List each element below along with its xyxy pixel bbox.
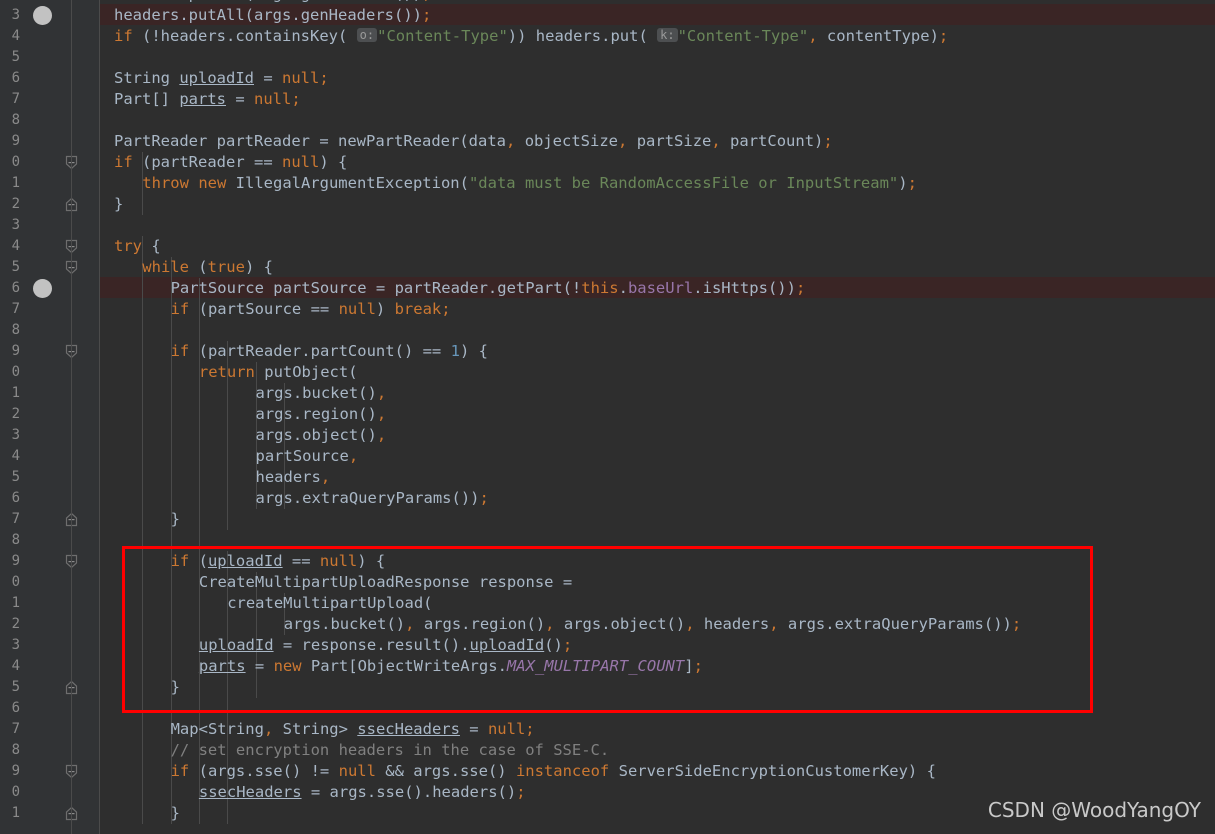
line-number: 0 xyxy=(11,364,20,380)
line-number: 2 xyxy=(11,196,20,212)
inlay-hint: o: xyxy=(356,28,378,42)
line-number: 5 xyxy=(11,49,20,65)
line-number: 8 xyxy=(11,322,20,338)
line-number: 5 xyxy=(11,469,20,485)
code-line[interactable] xyxy=(100,698,114,719)
code-line[interactable]: PartReader partReader = newPartReader(da… xyxy=(100,131,833,152)
code-line[interactable]: if (args.sse() != null && args.sse() ins… xyxy=(100,761,936,782)
line-number: 5 xyxy=(11,679,20,695)
code-line[interactable]: if (partReader == null) { xyxy=(100,152,347,173)
line-number: 2 xyxy=(11,406,20,422)
line-number: 0 xyxy=(11,574,20,590)
line-number: 9 xyxy=(11,133,20,149)
code-line[interactable]: CreateMultipartUploadResponse response = xyxy=(100,572,572,593)
watermark-label: CSDN @WoodYangOY xyxy=(987,798,1201,822)
code-line[interactable]: args.bucket(), args.region(), args.objec… xyxy=(100,614,1021,635)
clipped-top-line: headers.putAll(args.genHeaders()); xyxy=(0,0,1215,12)
code-line[interactable]: if (!headers.containsKey( o: "Content-Typ… xyxy=(100,26,948,47)
line-number: 6 xyxy=(11,490,20,506)
line-number: 6 xyxy=(11,700,20,716)
line-number: 0 xyxy=(11,784,20,800)
code-line[interactable] xyxy=(100,110,114,131)
line-number: 3 xyxy=(11,427,20,443)
line-number: 6 xyxy=(11,280,20,296)
line-number: 8 xyxy=(11,532,20,548)
gutter-divider-right xyxy=(99,0,100,834)
code-line[interactable]: createMultipartUpload( xyxy=(100,593,432,614)
line-number: 7 xyxy=(11,91,20,107)
code-line[interactable]: PartSource partSource = partReader.getPa… xyxy=(100,278,806,299)
code-line[interactable]: if (partSource == null) break; xyxy=(100,299,451,320)
line-number: 9 xyxy=(11,763,20,779)
code-line[interactable]: if (uploadId == null) { xyxy=(100,551,386,572)
line-number: 7 xyxy=(11,721,20,737)
line-number: 0 xyxy=(11,154,20,170)
line-number: 8 xyxy=(11,742,20,758)
line-number: 9 xyxy=(11,553,20,569)
line-number: 2 xyxy=(11,616,20,632)
line-number: 8 xyxy=(11,112,20,128)
code-line[interactable]: // set encryption headers in the case of… xyxy=(100,740,610,761)
line-number: 4 xyxy=(11,28,20,44)
code-line[interactable]: while (true) { xyxy=(100,257,273,278)
line-number: 6 xyxy=(11,70,20,86)
code-line[interactable]: if (partReader.partCount() == 1) { xyxy=(100,341,488,362)
gutter-divider-left xyxy=(71,0,72,834)
code-line[interactable]: String uploadId = null; xyxy=(100,68,329,89)
code-line[interactable]: headers, xyxy=(100,467,331,488)
line-number: 9 xyxy=(11,343,20,359)
code-line[interactable]: uploadId = response.result().uploadId(); xyxy=(100,635,572,656)
line-number: 1 xyxy=(11,175,20,191)
line-number: 5 xyxy=(11,259,20,275)
editor-gutter[interactable]: 345678901234567890123456789012345678901 xyxy=(0,0,100,834)
code-line[interactable]: partSource, xyxy=(100,446,359,467)
inlay-hint: k: xyxy=(657,28,678,42)
code-line[interactable]: try { xyxy=(100,236,161,257)
code-editor[interactable]: 345678901234567890123456789012345678901 … xyxy=(0,0,1215,834)
code-line[interactable] xyxy=(100,530,114,551)
line-number: 4 xyxy=(11,448,20,464)
code-line[interactable]: } xyxy=(100,509,180,530)
code-line[interactable]: Map<String, String> ssecHeaders = null; xyxy=(100,719,535,740)
line-number: 4 xyxy=(11,238,20,254)
code-line[interactable]: ssecHeaders = args.sse().headers(); xyxy=(100,782,526,803)
code-line[interactable]: parts = new Part[ObjectWriteArgs.MAX_MUL… xyxy=(100,656,703,677)
line-number: 3 xyxy=(11,217,20,233)
line-number: 7 xyxy=(11,511,20,527)
code-line[interactable]: headers.putAll(args.genHeaders()); xyxy=(0,0,431,5)
line-number: 1 xyxy=(11,385,20,401)
code-line[interactable]: throw new IllegalArgumentException("data… xyxy=(100,173,917,194)
code-line[interactable] xyxy=(100,47,114,68)
line-number: 7 xyxy=(11,301,20,317)
code-text-area[interactable]: headers.putAll(args.genHeaders()); if (!h… xyxy=(100,0,1215,834)
code-line[interactable] xyxy=(100,320,114,341)
line-number: 3 xyxy=(11,637,20,653)
line-number: 1 xyxy=(11,805,20,821)
line-number: 1 xyxy=(11,595,20,611)
code-line[interactable]: return putObject( xyxy=(100,362,358,383)
breakpoint-icon[interactable] xyxy=(33,279,52,298)
code-line[interactable]: args.bucket(), xyxy=(100,383,387,404)
code-line[interactable]: } xyxy=(100,803,180,824)
code-line[interactable]: } xyxy=(100,677,180,698)
code-line[interactable]: } xyxy=(100,194,123,215)
code-line[interactable]: args.extraQueryParams()); xyxy=(100,488,489,509)
code-line[interactable]: args.region(), xyxy=(100,404,387,425)
line-number: 4 xyxy=(11,658,20,674)
code-line[interactable] xyxy=(100,215,114,236)
code-line[interactable]: Part[] parts = null; xyxy=(100,89,301,110)
code-line[interactable]: args.object(), xyxy=(100,425,387,446)
